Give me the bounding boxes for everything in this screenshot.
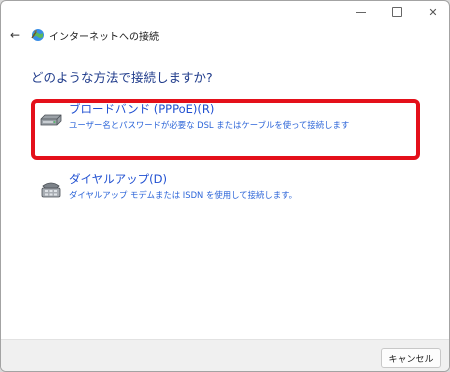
minimize-icon <box>356 11 366 13</box>
dialup-phone-icon <box>41 182 61 198</box>
cancel-button[interactable]: キャンセル <box>381 348 441 368</box>
option-dialup[interactable]: ダイヤルアップ(D) ダイヤルアップ モデムまたは ISDN を使用して接続しま… <box>35 171 415 215</box>
option-dialup-description: ダイヤルアップ モデムまたは ISDN を使用して接続します。 <box>69 190 297 200</box>
maximize-icon <box>392 7 402 17</box>
wizard-window: ✕ ← インターネットへの接続 どのような方法で接続しますか? ブロードバンド … <box>0 0 450 372</box>
wizard-footer: キャンセル <box>1 339 449 371</box>
back-button[interactable]: ← <box>7 25 23 45</box>
minimize-button[interactable] <box>343 1 379 23</box>
option-dialup-title[interactable]: ダイヤルアップ(D) <box>69 171 167 187</box>
option-broadband[interactable]: ブロードバンド (PPPoE)(R) ユーザー名とパスワードが必要な DSL ま… <box>35 101 415 145</box>
page-heading: どのような方法で接続しますか? <box>31 70 213 85</box>
title-bar: ✕ <box>1 1 449 23</box>
close-button[interactable]: ✕ <box>415 1 449 23</box>
back-arrow-icon: ← <box>9 28 21 42</box>
network-globe-icon <box>31 29 44 41</box>
option-broadband-description: ユーザー名とパスワードが必要な DSL またはケーブルを使って接続します <box>69 120 350 130</box>
wizard-title: インターネットへの接続 <box>49 32 159 43</box>
close-icon: ✕ <box>428 5 438 19</box>
broadband-modem-icon <box>40 114 62 126</box>
maximize-button[interactable] <box>379 1 415 23</box>
wizard-nav: ← インターネットへの接続 <box>1 25 449 47</box>
option-broadband-title[interactable]: ブロードバンド (PPPoE)(R) <box>69 101 214 117</box>
